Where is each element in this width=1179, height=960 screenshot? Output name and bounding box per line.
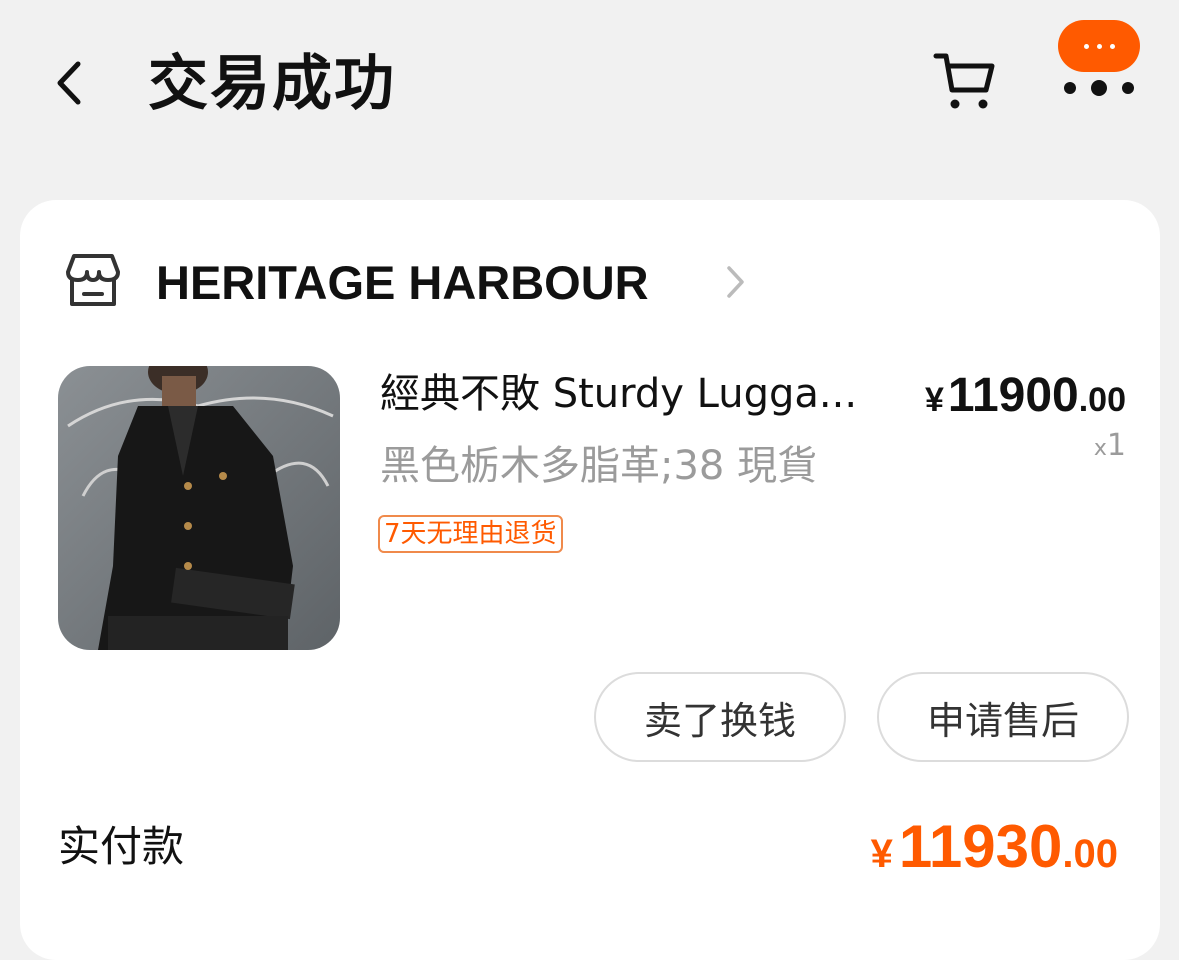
unit-price-currency: ¥ — [924, 381, 944, 419]
product-title[interactable]: 經典不敗 Sturdy Lugga... — [380, 366, 900, 422]
paid-label: 实付款 — [58, 822, 185, 871]
cart-icon — [933, 53, 995, 109]
product-sku: 黑色栃木多脂革;38 現貨 — [380, 443, 818, 489]
product-image[interactable] — [58, 366, 340, 650]
quantity-value: 1 — [1106, 428, 1126, 463]
paid-decimal: .00 — [1062, 832, 1118, 876]
quantity-prefix: x — [1093, 436, 1107, 461]
sell-button[interactable]: 卖了换钱 — [594, 672, 846, 762]
back-button[interactable] — [50, 58, 90, 108]
paid-currency: ¥ — [870, 832, 893, 876]
page-title: 交易成功 — [148, 49, 396, 119]
shop-header[interactable]: HERITAGE HARBOUR — [62, 250, 762, 312]
top-bar: 交易成功 — [0, 0, 1179, 170]
message-bubble-icon — [1058, 20, 1140, 72]
chevron-left-icon — [57, 61, 81, 105]
store-icon — [66, 254, 120, 306]
chevron-right-icon — [727, 266, 744, 298]
unit-price-decimal: .00 — [1078, 381, 1126, 419]
unit-price-integer: 11900 — [947, 369, 1079, 422]
more-button[interactable] — [1058, 20, 1140, 100]
aftersale-button[interactable]: 申请售后 — [877, 672, 1129, 762]
shop-name: HERITAGE HARBOUR — [156, 256, 649, 309]
unit-price: ¥11900.00 — [925, 366, 1126, 437]
cart-button[interactable] — [932, 50, 998, 112]
return-policy-badge: 7天无理由退货 — [378, 515, 563, 553]
order-card: HERITAGE HARBOUR 經典不敗 Sturdy Lugga... 黑色… — [20, 200, 1160, 960]
more-dots-icon — [1064, 80, 1134, 96]
paid-amount: ¥11930.00 — [871, 812, 1118, 898]
paid-integer: 11930 — [898, 813, 1063, 880]
quantity: x1 — [1094, 428, 1126, 463]
